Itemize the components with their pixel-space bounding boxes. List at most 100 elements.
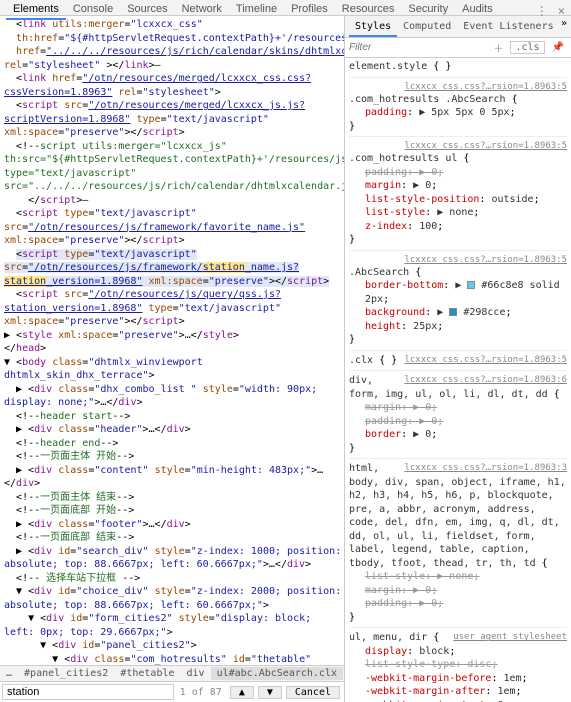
dom-node[interactable]: <script src="/otn/resources/merged/lcxxc…	[4, 99, 344, 140]
style-property[interactable]: height: 25px;	[365, 320, 567, 334]
devtools-tabs: ElementsConsoleSourcesNetworkTimelinePro…	[0, 0, 571, 16]
filter-row: ＋ .cls 📌	[345, 38, 571, 58]
style-property[interactable]: list-style: ▶ none;	[365, 206, 567, 220]
cls-toggle[interactable]: .cls	[510, 41, 544, 54]
find-cancel-button[interactable]: Cancel	[286, 686, 340, 699]
dom-node[interactable]: ▶ <div class="dhx_combo_list " style="wi…	[4, 383, 344, 410]
styles-tab-event-listeners[interactable]: Event Listeners	[457, 18, 559, 37]
style-property[interactable]: margin: ▶ 0;	[365, 584, 567, 598]
style-rule[interactable]: element.style { }	[349, 60, 567, 78]
styles-filter-input[interactable]	[349, 42, 490, 53]
tab-network[interactable]: Network	[175, 0, 229, 18]
dom-node[interactable]: ▼ <div id="panel_cities2">	[4, 639, 344, 653]
style-property[interactable]: border-bottom: ▶ #66c8e8 solid 2px;	[365, 279, 567, 306]
more-icon[interactable]: »	[561, 18, 567, 37]
style-property[interactable]: -webkit-margin-after: 1em;	[365, 685, 567, 699]
breadcrumb[interactable]: …#panel_cities2#thetabledivul#abc.AbcSea…	[0, 665, 344, 681]
dom-node[interactable]: ▶ <div class="footer">…</div>	[4, 518, 344, 532]
style-property[interactable]: list-style: ▶ none;	[365, 570, 567, 584]
top-icons: ⋮ ×	[536, 4, 565, 18]
source-link[interactable]: lcxxcx_css.css?…rsion=1.8963:5	[404, 254, 567, 266]
find-next-button[interactable]: ▼	[258, 686, 282, 699]
tab-security[interactable]: Security	[401, 0, 455, 18]
tab-console[interactable]: Console	[66, 0, 120, 18]
dom-node[interactable]: ▶ <div class="content" style="min-height…	[4, 464, 344, 491]
style-property[interactable]: margin: ▶ 0;	[365, 401, 567, 415]
dom-node[interactable]: <!--header end-->	[4, 437, 344, 451]
dom-node[interactable]: <!--一页面主体 结束-->	[4, 491, 344, 505]
find-prev-button[interactable]: ▲	[230, 686, 254, 699]
source-link[interactable]: user agent stylesheet	[453, 631, 567, 643]
dom-node[interactable]: <!--header start-->	[4, 410, 344, 424]
dom-tree[interactable]: <link utils:merger="lcxxcx_css" th:href=…	[0, 16, 344, 665]
tab-sources[interactable]: Sources	[120, 0, 174, 18]
find-count: 1 of 87	[174, 687, 228, 698]
dom-node[interactable]: <link href="/otn/resources/merged/lcxxcx…	[4, 72, 344, 99]
style-property[interactable]: z-index: 100;	[365, 220, 567, 234]
source-link[interactable]: lcxxcx_css.css?…rsion=1.8963:5	[404, 354, 567, 366]
style-property[interactable]: padding: ▶ 0;	[365, 166, 567, 180]
crumb[interactable]: #panel_cities2	[18, 667, 114, 680]
style-rule[interactable]: lcxxcx_css.css?…rsion=1.8963:5.AbcSearch…	[349, 254, 567, 351]
dom-node[interactable]: <!--一页面底部 结束-->	[4, 531, 344, 545]
source-link[interactable]: lcxxcx_css.css?…rsion=1.8963:3	[404, 462, 567, 474]
add-rule-icon[interactable]: ＋	[490, 40, 506, 55]
style-rule[interactable]: lcxxcx_css.css?…rsion=1.8963:6div, form,…	[349, 374, 567, 459]
dom-node[interactable]: <link utils:merger="lcxxcx_css"	[4, 18, 344, 32]
dom-node[interactable]: th:href="${#httpServletRequest.contextPa…	[4, 32, 344, 46]
tab-audits[interactable]: Audits	[455, 0, 500, 18]
styles-tab-styles[interactable]: Styles	[349, 18, 397, 37]
styles-tab-computed[interactable]: Computed	[397, 18, 457, 37]
dom-node[interactable]: <!-- 选择车站下拉框 -->	[4, 572, 344, 586]
dom-node[interactable]: </head>	[4, 342, 344, 356]
style-rule[interactable]: lcxxcx_css.css?…rsion=1.8963:3html, body…	[349, 462, 567, 628]
style-property[interactable]: display: block;	[365, 645, 567, 659]
source-link[interactable]: lcxxcx_css.css?…rsion=1.8963:6	[404, 374, 567, 386]
dom-node[interactable]: ▶ <style xml:space="preserve">…</style>	[4, 329, 344, 343]
dom-node[interactable]: <script type="text/javascript" src="/otn…	[4, 207, 344, 248]
crumb[interactable]: #thetable	[114, 667, 180, 680]
style-property[interactable]: background: ▶ #298cce;	[365, 306, 567, 320]
tab-profiles[interactable]: Profiles	[284, 0, 335, 18]
styles-tabs: StylesComputedEvent Listeners »	[345, 16, 571, 38]
tab-elements[interactable]: Elements	[6, 0, 66, 20]
dom-node[interactable]: ▼ <div id="choice_div" style="z-index: 2…	[4, 585, 344, 612]
style-property[interactable]: padding: ▶ 5px 5px 0 5px;	[365, 106, 567, 120]
style-rule[interactable]: lcxxcx_css.css?…rsion=1.8963:5.com_hotre…	[349, 140, 567, 251]
style-property[interactable]: list-style-position: outside;	[365, 193, 567, 207]
crumb[interactable]: div	[181, 667, 211, 680]
style-property[interactable]: list-style-type: disc;	[365, 658, 567, 672]
tab-resources[interactable]: Resources	[335, 0, 402, 18]
dom-node[interactable]: ▼ <body class="dhtmlx_winviewport dhtmlx…	[4, 356, 344, 383]
crumb[interactable]: ul#abc.AbcSearch.clx	[211, 667, 343, 680]
style-property[interactable]: padding: ▶ 0;	[365, 597, 567, 611]
dom-node[interactable]: href="../../../resources/js/rich/calenda…	[4, 45, 344, 72]
styles-pane[interactable]: element.style { } lcxxcx_css.css?…rsion=1…	[345, 58, 571, 702]
source-link[interactable]: lcxxcx_css.css?…rsion=1.8963:5	[404, 140, 567, 152]
dom-node[interactable]: <!--一页面底部 开始-->	[4, 504, 344, 518]
style-rule[interactable]: lcxxcx_css.css?…rsion=1.8963:5.clx { }	[349, 354, 567, 372]
overflow-icon[interactable]: ⋮	[536, 4, 548, 18]
style-property[interactable]: padding: ▶ 0;	[365, 415, 567, 429]
dom-node[interactable]: ▶ <div id="search_div" style="z-index: 1…	[4, 545, 344, 572]
style-property[interactable]: border: ▶ 0;	[365, 428, 567, 442]
dom-node[interactable]: ▼ <div class="com_hotresults" id="thetab…	[4, 653, 344, 666]
dom-node[interactable]: <!--一页面主体 开始-->	[4, 450, 344, 464]
find-bar: 1 of 87 ▲ ▼ Cancel	[0, 681, 344, 702]
dom-node[interactable]: <!--script utils:merger="lcxxcx_js" th:s…	[4, 140, 344, 194]
source-link[interactable]: lcxxcx_css.css?…rsion=1.8963:5	[404, 81, 567, 93]
dom-node[interactable]: <script src="/otn/resources/js/query/qss…	[4, 288, 344, 329]
find-input[interactable]	[2, 684, 174, 700]
style-property[interactable]: margin: ▶ 0;	[365, 179, 567, 193]
style-rule[interactable]: user agent stylesheetul, menu, dir {disp…	[349, 631, 567, 702]
close-icon[interactable]: ×	[558, 4, 565, 18]
dom-node[interactable]: ▼ <div id="form_cities2" style="display:…	[4, 612, 344, 639]
tab-timeline[interactable]: Timeline	[229, 0, 284, 18]
style-property[interactable]: -webkit-margin-before: 1em;	[365, 672, 567, 686]
pin-icon[interactable]: 📌	[549, 42, 567, 53]
crumb[interactable]: …	[0, 667, 18, 680]
dom-node[interactable]: <script type="text/javascript" src="/otn…	[4, 248, 344, 289]
dom-node[interactable]: ▶ <div class="header">…</div>	[4, 423, 344, 437]
dom-node[interactable]: </script>—	[4, 194, 344, 208]
style-rule[interactable]: lcxxcx_css.css?…rsion=1.8963:5.com_hotre…	[349, 81, 567, 138]
